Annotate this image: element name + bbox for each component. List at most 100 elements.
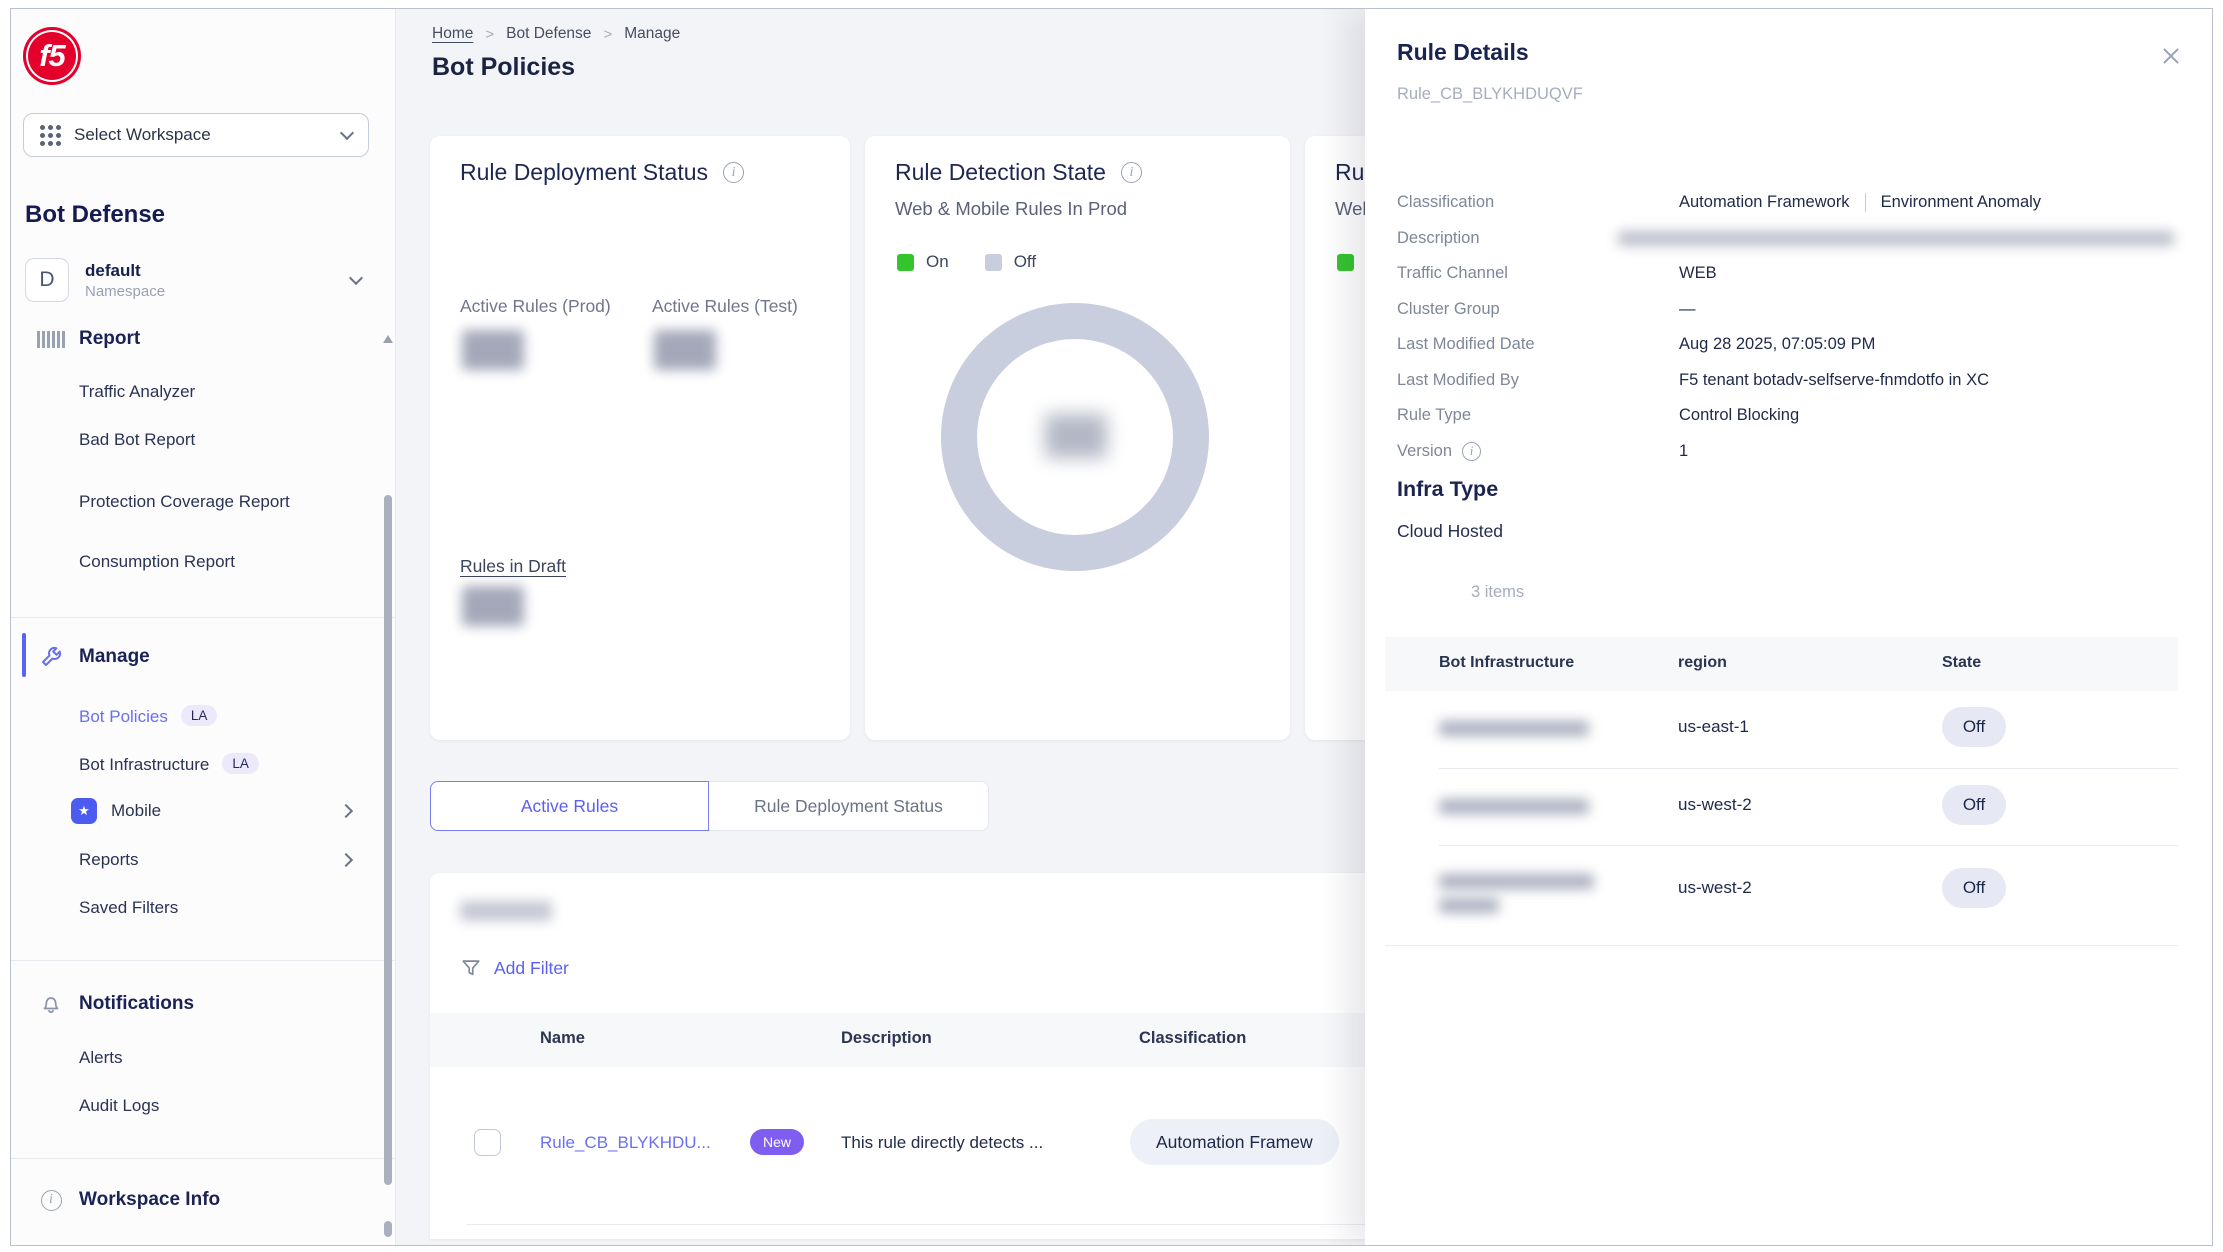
workspace-selector[interactable]: Select Workspace (23, 113, 369, 157)
page-title: Bot Policies (432, 53, 575, 82)
card-rule-deployment-status: Rule Deployment Status i Active Rules (P… (430, 136, 850, 740)
bar-chart-icon (37, 331, 65, 348)
chevron-right-icon (339, 804, 353, 818)
la-badge: LA (181, 705, 218, 726)
legend-on-swatch (897, 254, 914, 271)
funnel-icon (460, 957, 482, 979)
classification-pill: Automation Framew (1130, 1119, 1339, 1165)
card-subtitle: Web & Mobile Rules In Prod (895, 198, 1127, 220)
breadcrumb-manage[interactable]: Manage (624, 25, 680, 43)
state-badge: Off (1942, 785, 2006, 825)
chevron-right-icon (339, 853, 353, 867)
grid-icon (40, 125, 61, 146)
sidebar-section-label: Report (79, 328, 140, 350)
scrollbar-thumb[interactable] (384, 495, 392, 1185)
breadcrumb-home[interactable]: Home (432, 25, 473, 43)
card-title: Rule Detection State (895, 159, 1106, 186)
row-divider (1385, 945, 2178, 946)
info-icon[interactable]: i (723, 162, 744, 183)
namespace-selector[interactable]: D default Namespace (25, 256, 375, 304)
scrollbar-up-arrow[interactable] (383, 335, 393, 343)
tab-rule-deployment-status[interactable]: Rule Deployment Status (709, 781, 989, 831)
rule-description: This rule directly detects ... (841, 1133, 1043, 1153)
redacted-infra-name (1439, 799, 1589, 814)
redacted-metric-value (654, 330, 716, 370)
field-last-modified-date: Last Modified Date Aug 28 2025, 07:05:09… (1397, 327, 2174, 363)
metric-label-prod: Active Rules (Prod) (460, 296, 611, 317)
chevron-down-icon (349, 271, 363, 285)
sidebar-item-manage[interactable]: Manage (11, 642, 395, 672)
region-value: us-west-2 (1678, 878, 1752, 898)
metric-label-test: Active Rules (Test) (652, 296, 798, 317)
redacted-metric-value (462, 330, 524, 370)
field-last-modified-by: Last Modified By F5 tenant botadv-selfse… (1397, 363, 2174, 399)
sidebar-item-audit-logs[interactable]: Audit Logs (11, 1093, 395, 1119)
card-title: Rule Deployment Status (460, 159, 708, 186)
namespace-name: default (85, 261, 351, 281)
legend-on-label: On (926, 252, 949, 272)
region-value: us-west-2 (1678, 795, 1752, 815)
namespace-avatar: D (25, 258, 69, 302)
sidebar-section-label: Manage (79, 646, 150, 668)
field-cluster-group: Cluster Group — (1397, 292, 2174, 328)
sidebar-item-notifications[interactable]: Notifications (11, 989, 395, 1019)
infra-table-row: us-west-2 Off (1385, 846, 2178, 946)
divider (11, 617, 395, 618)
redacted-description (1618, 231, 2174, 246)
scrollbar-thumb-bottom[interactable] (384, 1221, 392, 1237)
infra-table: Bot Infrastructure region State us-east-… (1385, 637, 2178, 946)
sidebar-item-alerts[interactable]: Alerts (11, 1045, 395, 1071)
redacted-items-count (460, 901, 552, 921)
infra-table-row: us-west-2 Off (1385, 769, 2178, 846)
redacted-infra-name (1439, 898, 1499, 913)
divider (11, 960, 395, 961)
rules-in-draft-link[interactable]: Rules in Draft (460, 556, 566, 577)
sidebar-item-mobile[interactable]: Mobile (11, 797, 395, 825)
bell-icon (37, 992, 65, 1016)
add-filter-label: Add Filter (494, 958, 569, 979)
sidebar-item-protection-coverage-report[interactable]: Protection Coverage Report (11, 472, 395, 532)
column-state: State (1942, 654, 1981, 672)
panel-title: Rule Details (1397, 39, 1529, 66)
sidebar-item-bot-policies[interactable]: Bot PoliciesLA (11, 703, 395, 729)
add-filter-button[interactable]: Add Filter (460, 957, 569, 979)
rule-name-link[interactable]: Rule_CB_BLYKHDU... (540, 1133, 711, 1153)
column-name: Name (540, 1029, 585, 1048)
breadcrumb-bot-defense[interactable]: Bot Defense (506, 25, 591, 43)
field-rule-type: Rule Type Control Blocking (1397, 398, 2174, 434)
close-icon[interactable] (2158, 43, 2184, 69)
sidebar-item-consumption-report[interactable]: Consumption Report (11, 549, 395, 575)
info-icon: i (37, 1190, 65, 1211)
infra-type-heading: Infra Type (1397, 477, 1498, 502)
sidebar-scrollbar[interactable] (383, 327, 392, 1239)
legend-off-label: Off (1014, 252, 1036, 272)
divider (11, 1158, 395, 1159)
redacted-donut-value (1045, 414, 1107, 458)
infra-type-value: Cloud Hosted (1397, 521, 1503, 542)
sidebar-item-saved-filters[interactable]: Saved Filters (11, 895, 395, 921)
sidebar-item-traffic-analyzer[interactable]: Traffic Analyzer (11, 379, 395, 405)
column-bot-infrastructure: Bot Infrastructure (1439, 654, 1574, 672)
wrench-icon (37, 645, 65, 669)
sidebar-item-report[interactable]: Report (11, 327, 395, 352)
la-badge: LA (222, 753, 259, 774)
state-badge: Off (1942, 707, 2006, 747)
sidebar-item-bot-infrastructure[interactable]: Bot InfrastructureLA (11, 751, 395, 777)
legend-on-swatch (1337, 254, 1354, 271)
field-version: Versioni 1 (1397, 434, 2174, 470)
rule-details-fields: Classification Automation FrameworkEnvir… (1397, 185, 2174, 469)
info-icon[interactable]: i (1462, 442, 1481, 461)
tab-active-rules[interactable]: Active Rules (430, 781, 709, 831)
row-checkbox[interactable] (474, 1129, 501, 1156)
redacted-infra-name (1439, 721, 1589, 736)
workspace-selector-label: Select Workspace (74, 125, 329, 145)
sidebar-section-label: Notifications (79, 993, 194, 1015)
sidebar-item-bad-bot-report[interactable]: Bad Bot Report (11, 427, 395, 453)
breadcrumb-separator: > (603, 26, 612, 43)
sidebar-item-workspace-info[interactable]: i Workspace Info (11, 1185, 395, 1215)
sidebar-item-reports[interactable]: Reports (11, 847, 395, 873)
field-traffic-channel: Traffic Channel WEB (1397, 256, 2174, 292)
product-title: Bot Defense (25, 201, 165, 229)
legend-off-swatch (985, 254, 1002, 271)
info-icon[interactable]: i (1121, 162, 1142, 183)
